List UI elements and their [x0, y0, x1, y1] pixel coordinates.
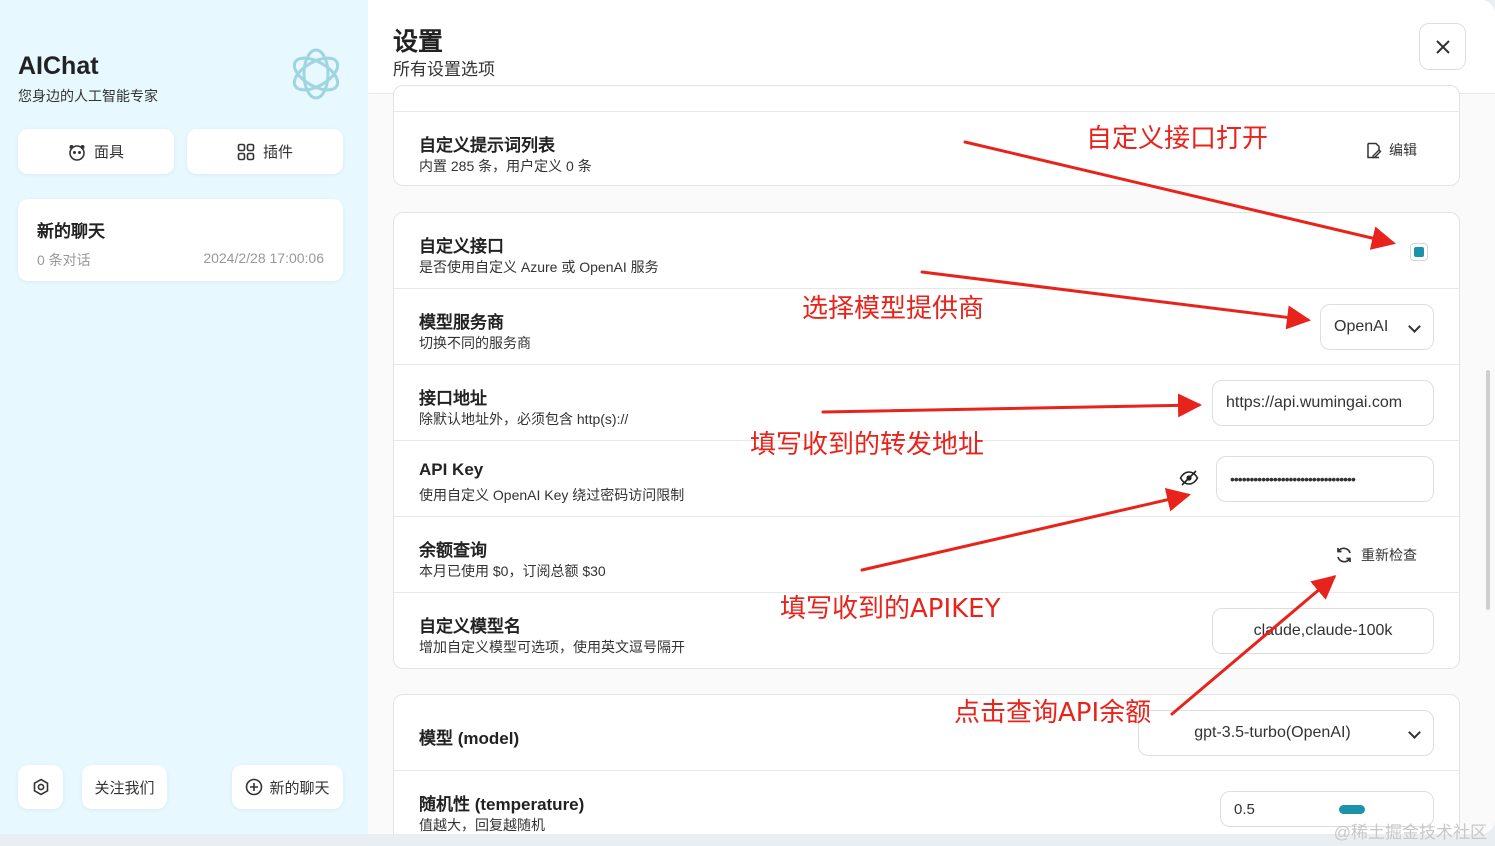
watermark: @稀土掘金技术社区 [1333, 823, 1487, 842]
arrow-to-endpoint [821, 393, 1202, 418]
annotation-provider: 选择模型提供商 [802, 294, 985, 324]
arrow-to-checkbox [963, 140, 1396, 250]
annotation-balance: 点击查询API余额 [954, 698, 1152, 728]
annotation-arrows [821, 140, 1396, 716]
annotation-custom-endpoint: 自定义接口打开 [1086, 124, 1269, 154]
annotation-endpoint-url: 填写收到的转发地址 [750, 430, 985, 460]
arrow-to-apikey [860, 488, 1191, 572]
arrow-to-recheck [1170, 575, 1337, 716]
annotation-api-key: 填写收到的APIKEY [780, 594, 1001, 624]
